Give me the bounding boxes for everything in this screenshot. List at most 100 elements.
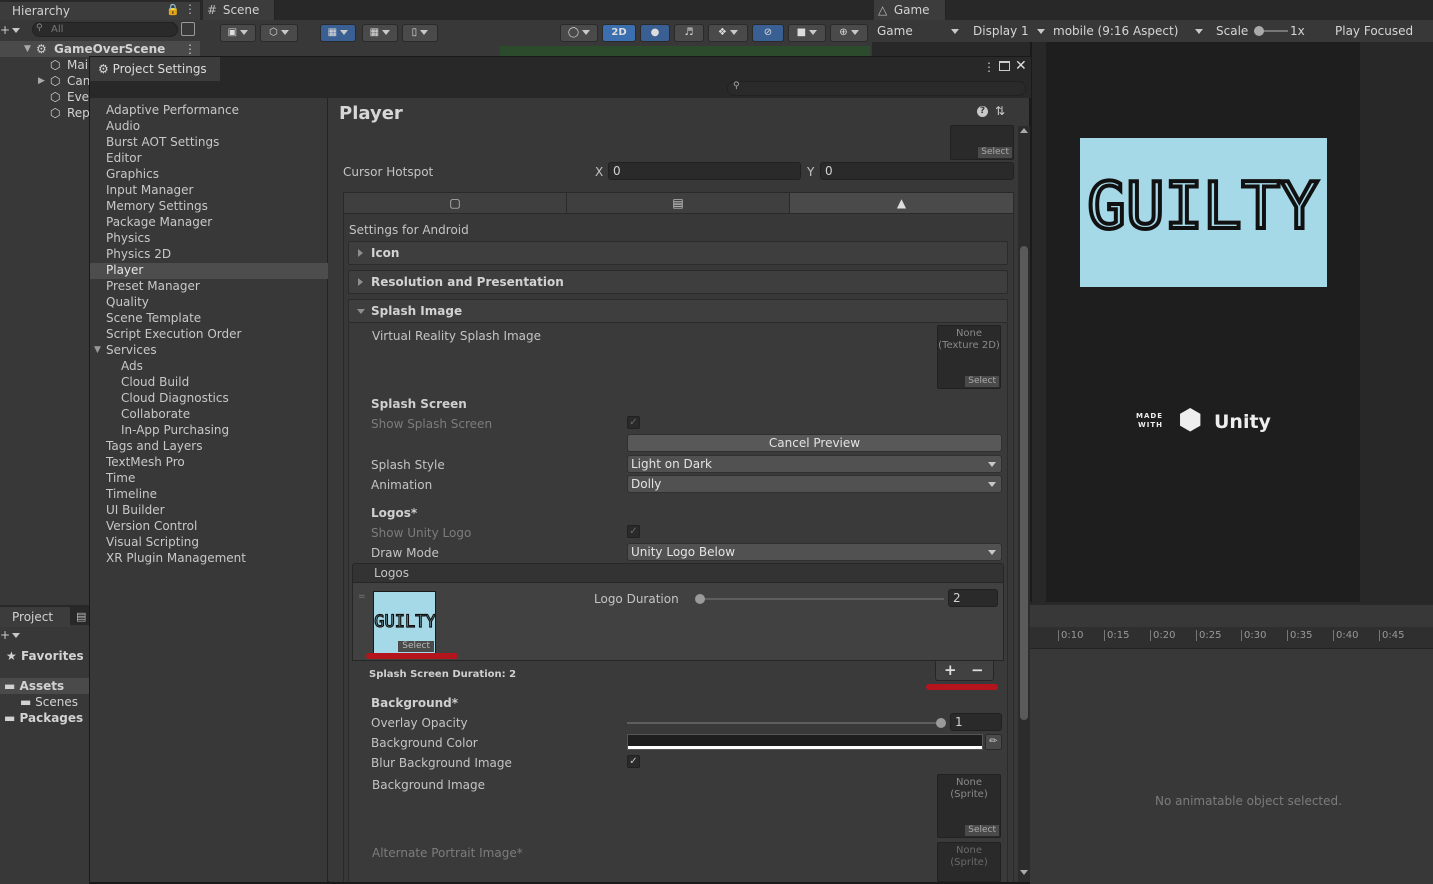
category-item[interactable]: Visual Scripting [106, 534, 199, 550]
category-item[interactable]: Cloud Diagnostics [121, 390, 229, 406]
select-button[interactable]: Select [978, 147, 1012, 158]
category-item[interactable]: Audio [106, 118, 140, 134]
category-item[interactable]: Quality [106, 294, 149, 310]
camera-button[interactable]: ■ [788, 24, 826, 42]
scene-tab[interactable]: # Scene [203, 0, 275, 20]
scroll-down-arrow[interactable] [1020, 870, 1028, 875]
scenes-folder-row[interactable]: ▬ Scenes [20, 694, 78, 710]
add-logo-button[interactable]: + [944, 661, 957, 679]
eyedropper-icon[interactable]: ✏ [985, 734, 1002, 750]
category-item[interactable]: Time [106, 470, 135, 486]
category-item[interactable]: Ads [121, 358, 143, 374]
hierarchy-item[interactable]: Mai [67, 57, 88, 73]
icon-foldout[interactable]: Icon [348, 241, 1008, 265]
scale-slider-knob[interactable] [1254, 26, 1264, 36]
category-item[interactable]: Services [106, 342, 157, 358]
aspect-dropdown[interactable]: mobile (9:16 Aspect) [1053, 22, 1207, 40]
category-item[interactable]: Burst AOT Settings [106, 134, 219, 150]
category-item[interactable]: Memory Settings [106, 198, 208, 214]
help-icon[interactable]: ? [977, 106, 988, 117]
category-item[interactable]: TextMesh Pro [106, 454, 185, 470]
preset-icon[interactable]: ⇅ [995, 104, 1005, 118]
gizmos-button[interactable]: ⊕ [830, 24, 868, 42]
overlay-opacity-slider[interactable] [627, 722, 941, 724]
tab-android[interactable]: ▲ [790, 193, 1013, 213]
select-button[interactable]: Select [398, 641, 434, 652]
blur-bg-checkbox[interactable]: ✓ [627, 755, 640, 768]
category-item[interactable]: XR Plugin Management [106, 550, 246, 566]
hotspot-y-field[interactable]: 0 [820, 162, 1014, 180]
category-item[interactable]: Tags and Layers [106, 438, 202, 454]
category-item[interactable]: Preset Manager [106, 278, 200, 294]
splash-image-foldout[interactable]: Splash Image [348, 299, 1008, 323]
category-item[interactable]: Package Manager [106, 214, 212, 230]
logo-duration-field[interactable]: 2 [948, 589, 998, 607]
window-menu-icon[interactable]: ⋮ [983, 60, 995, 74]
logo-duration-slider-knob[interactable] [695, 594, 705, 604]
hotspot-x-field[interactable]: 0 [608, 162, 801, 180]
increment-snap-button[interactable]: ▦ [362, 24, 398, 42]
close-icon[interactable]: ✕ [1015, 58, 1027, 74]
tab-webgl[interactable]: ▤ [567, 193, 790, 213]
effects-button[interactable]: ❖ [708, 24, 748, 42]
project-add-button[interactable]: + [0, 628, 21, 642]
category-item[interactable]: Physics 2D [106, 246, 171, 262]
console-tab-icon[interactable]: ▤ [76, 610, 86, 623]
services-foldout-icon[interactable]: ▼ [94, 342, 101, 358]
display-dropdown[interactable]: Display 1 [973, 22, 1047, 40]
logo-thumbnail-field[interactable]: GUILTY Select [373, 591, 436, 654]
foldout-arrow-icon[interactable]: ▶ [38, 73, 45, 89]
select-button[interactable]: Select [965, 376, 999, 387]
hierarchy-add-button[interactable]: + [0, 22, 22, 38]
hierarchy-item[interactable]: Rep [67, 105, 90, 121]
hierarchy-search-input[interactable]: All [32, 22, 178, 37]
overlay-opacity-field[interactable]: 1 [950, 713, 1002, 731]
lighting-toggle-button[interactable]: ● [640, 24, 670, 42]
project-tab[interactable]: Project [0, 607, 70, 627]
category-item[interactable]: Editor [106, 150, 142, 166]
select-button[interactable]: Select [965, 825, 999, 836]
visibility-toggle-button[interactable]: ⊘ [752, 24, 784, 42]
category-item[interactable]: Script Execution Order [106, 326, 241, 342]
logo-duration-slider[interactable] [700, 598, 944, 600]
inspector-scrollbar[interactable] [1018, 126, 1030, 882]
hierarchy-item[interactable]: Can [67, 73, 90, 89]
inspector-menu-icon[interactable]: ⋮ [1015, 104, 1019, 118]
project-settings-tab[interactable]: ⚙ Project Settings [90, 57, 220, 81]
assets-row[interactable]: ▬ Assets [0, 678, 89, 694]
mode-2d-button[interactable]: 2D [602, 24, 636, 42]
category-item[interactable]: Graphics [106, 166, 159, 182]
category-item[interactable]: Cloud Build [121, 374, 189, 390]
align-button[interactable]: ▯ [402, 24, 438, 42]
audio-toggle-button[interactable]: ♬ [674, 24, 704, 42]
background-color-field[interactable] [627, 734, 983, 750]
lock-icon[interactable]: 🔒 [166, 3, 180, 16]
scene-foldout-arrow[interactable]: ▼ [24, 41, 31, 57]
play-mode-dropdown[interactable]: Play Focused [1335, 22, 1433, 40]
remove-logo-button[interactable]: − [971, 661, 984, 679]
settings-search-input[interactable]: ⚲ [727, 81, 1026, 96]
maximize-icon[interactable] [999, 61, 1010, 71]
shading-mode-button[interactable]: ◯ [560, 24, 598, 42]
category-item[interactable]: Scene Template [106, 310, 201, 326]
vr-splash-field[interactable]: None (Texture 2D) Select [937, 325, 1001, 389]
draw-mode-button[interactable]: ⬡ [260, 24, 298, 42]
favorites-row[interactable]: ★ Favorites [6, 648, 84, 664]
category-item[interactable]: In-App Purchasing [121, 422, 229, 438]
scroll-up-arrow[interactable] [1020, 128, 1028, 133]
category-item[interactable]: Adaptive Performance [106, 102, 239, 118]
animation-dropdown[interactable]: Dolly [627, 475, 1002, 493]
category-item[interactable]: Timeline [106, 486, 157, 502]
game-tab[interactable]: △ Game [874, 0, 946, 20]
default-cursor-field[interactable]: Select [950, 125, 1014, 160]
bg-image-field[interactable]: None (Sprite) Select [937, 774, 1001, 838]
category-item[interactable]: Version Control [106, 518, 197, 534]
hierarchy-item[interactable]: Eve [67, 89, 89, 105]
draw-mode-dropdown[interactable]: Unity Logo Below [627, 543, 1002, 561]
resolution-foldout[interactable]: Resolution and Presentation [348, 270, 1008, 294]
game-mode-dropdown[interactable]: Game [877, 22, 963, 40]
packages-row[interactable]: ▬ Packages [4, 710, 83, 726]
scroll-thumb[interactable] [1020, 246, 1028, 720]
cancel-preview-button[interactable]: Cancel Preview [627, 434, 1002, 452]
overlay-opacity-slider-knob[interactable] [936, 718, 946, 728]
